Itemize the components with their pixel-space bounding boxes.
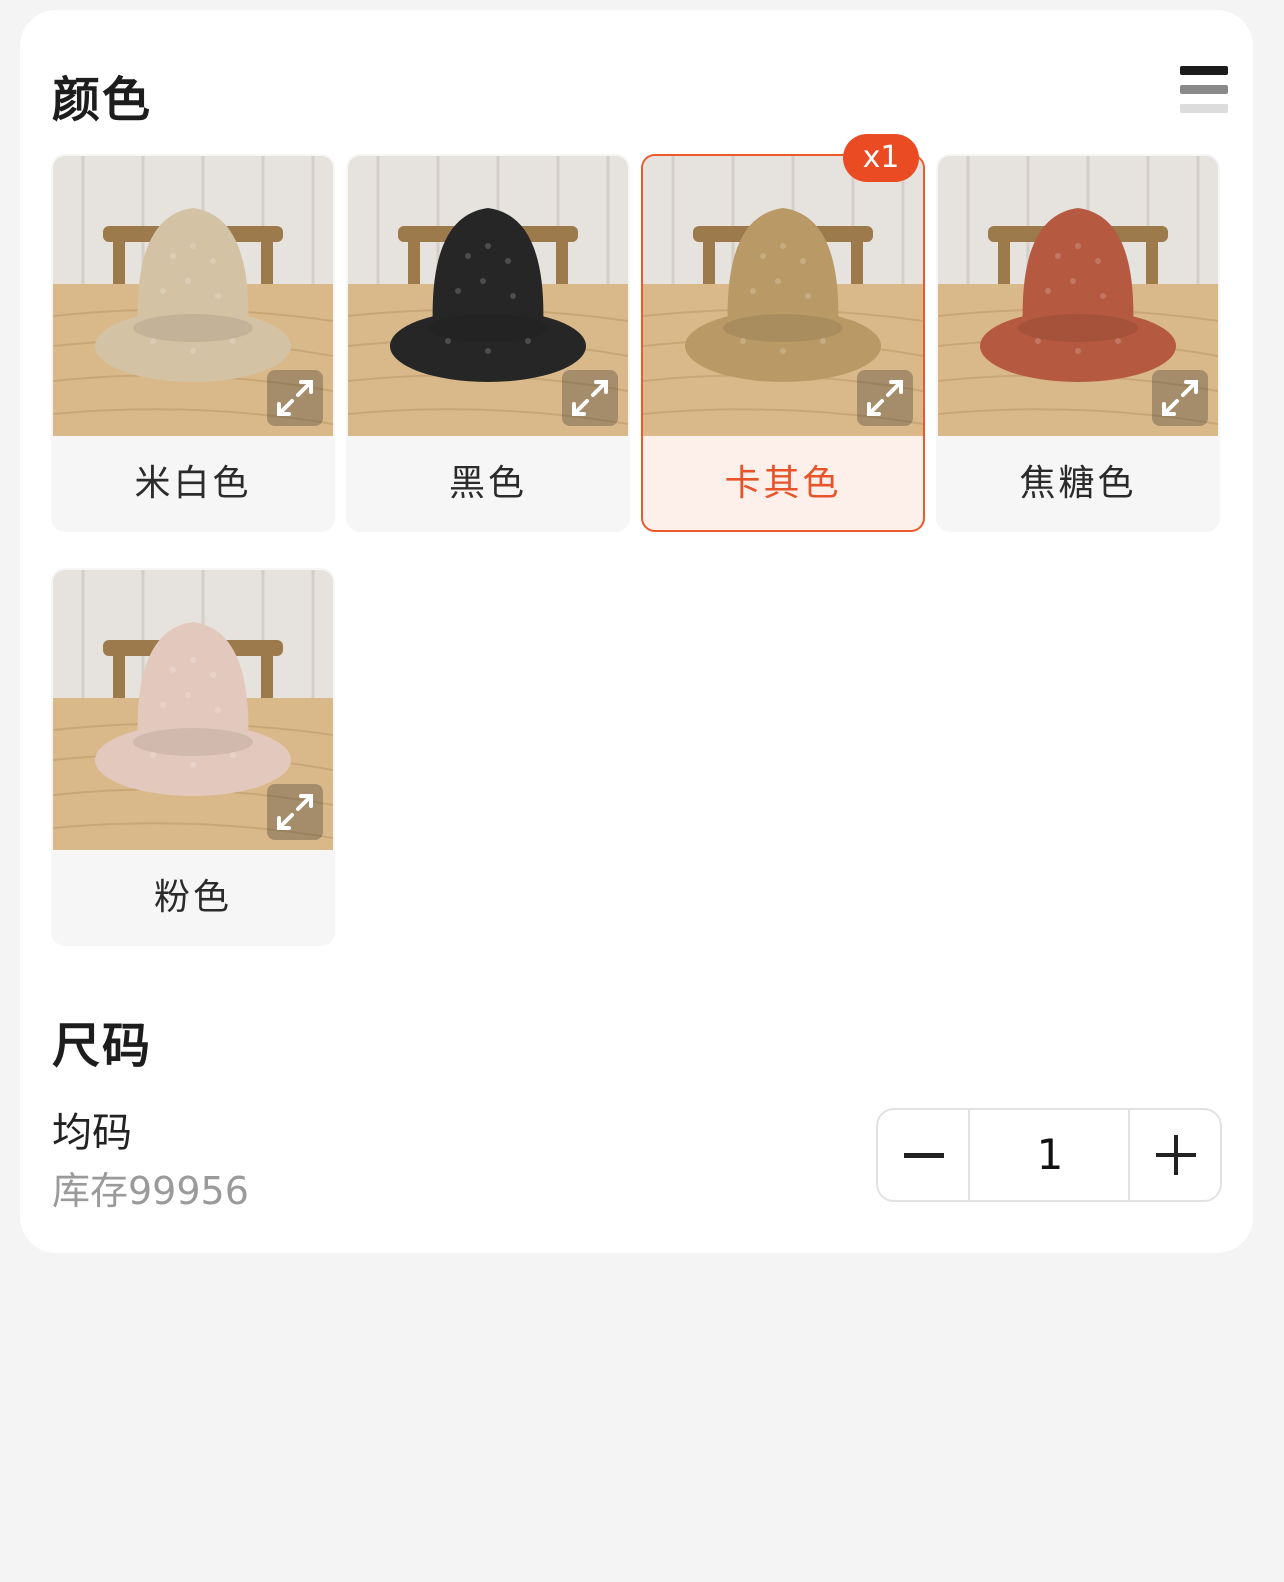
stock-count: 库存99956	[52, 1169, 249, 1213]
expand-icon[interactable]	[1152, 370, 1208, 426]
expand-icon[interactable]	[857, 370, 913, 426]
color-option-label: 米白色	[134, 463, 252, 504]
color-option-label: 粉色	[153, 877, 232, 918]
quantity-badge: x1	[843, 134, 919, 182]
expand-arrows	[867, 380, 903, 416]
expand-arrows	[572, 380, 608, 416]
color-option-label: 黑色	[448, 463, 527, 504]
color-option-caramel[interactable]: 焦糖色	[936, 154, 1220, 532]
increase-button[interactable]	[1128, 1110, 1220, 1200]
color-option-beige[interactable]: 米白色	[51, 154, 335, 532]
quantity-stepper: 1	[876, 1108, 1222, 1202]
plus-icon	[1156, 1135, 1196, 1175]
color-option-pink[interactable]: 粉色	[51, 568, 335, 946]
expand-arrows	[277, 794, 313, 830]
expand-icon[interactable]	[562, 370, 618, 426]
list-view-icon[interactable]	[1180, 66, 1228, 116]
size-option-label[interactable]: 均码	[52, 1100, 132, 1158]
expand-arrows	[277, 380, 313, 416]
minus-icon	[904, 1153, 944, 1158]
expand-icon[interactable]	[267, 370, 323, 426]
color-option-label: 卡其色	[724, 463, 842, 504]
size-section-title: 尺码	[52, 1018, 153, 1074]
sku-selector-card: 颜色 米白色 黑色 卡其色 x1 焦糖色 粉色 尺码 均码 库存99956 1	[20, 10, 1253, 1253]
expand-icon[interactable]	[267, 784, 323, 840]
color-option-black[interactable]: 黑色	[346, 154, 630, 532]
color-option-khaki[interactable]: 卡其色 x1	[641, 134, 925, 532]
quantity-value[interactable]: 1	[972, 1110, 1128, 1200]
decrease-button[interactable]	[878, 1110, 970, 1200]
expand-arrows	[1162, 380, 1198, 416]
color-section-title: 颜色	[52, 72, 153, 128]
color-option-label: 焦糖色	[1019, 463, 1137, 504]
